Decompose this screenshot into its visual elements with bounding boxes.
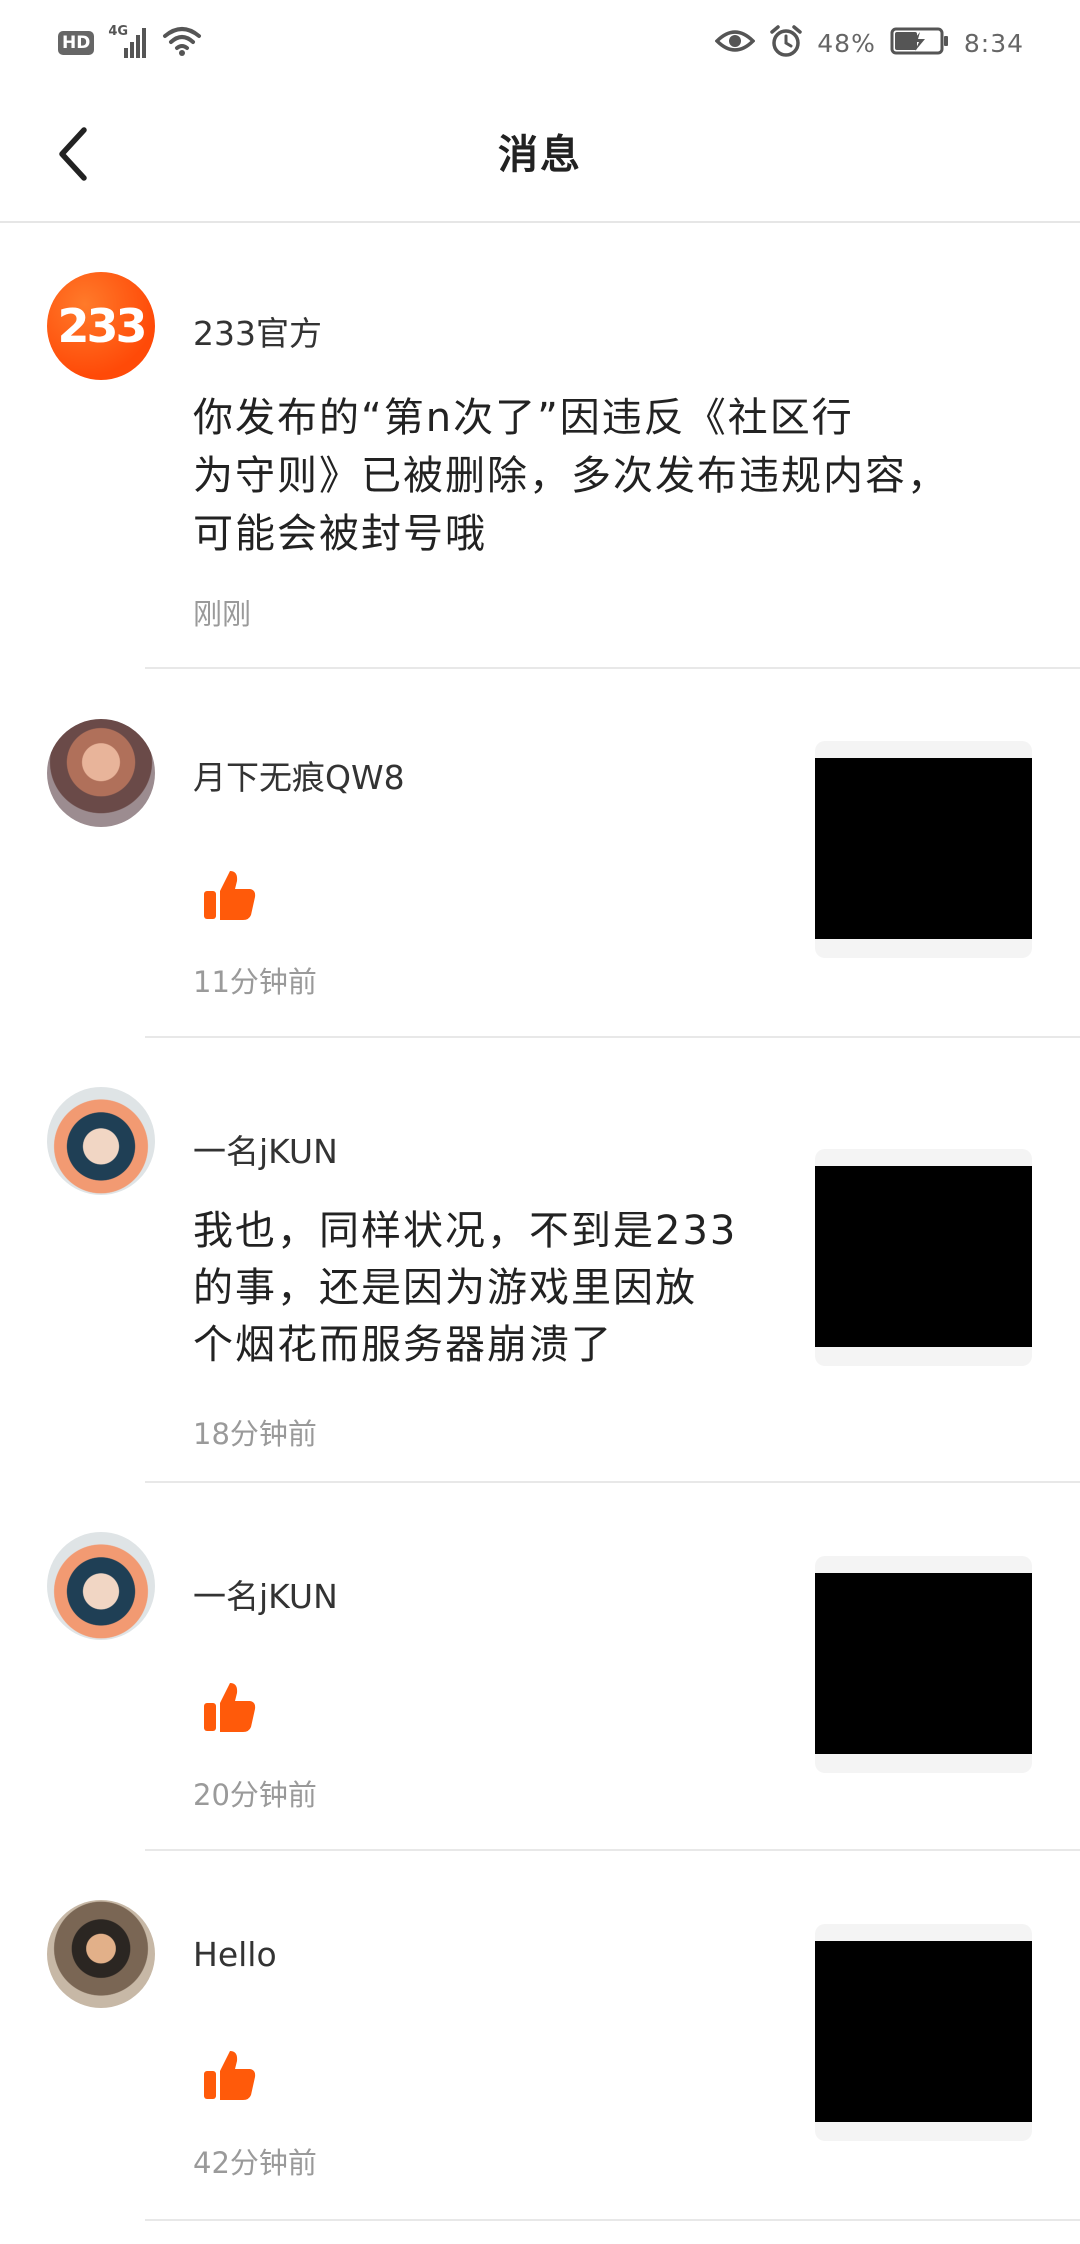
thumbnail-image [815,1573,1032,1754]
avatar[interactable]: 233 [47,272,155,380]
signal-icon: 4G [108,24,148,60]
list-item[interactable]: 一名jKUN 我也，同样状况，不到是233 的事，还是因为游戏里因放 个烟花而服… [0,1038,1080,1483]
clock: 8:34 [963,28,1024,58]
username[interactable]: 一名jKUN [193,1125,338,1173]
timestamp: 42分钟前 [193,2146,317,2180]
avatar[interactable] [47,1087,155,1195]
battery-percent: 48% [817,28,876,58]
avatar[interactable] [47,1532,155,1640]
status-bar-right: 48% 8:34 [714,24,1024,62]
list-item[interactable]: Hello 42分钟前 [0,1851,1080,2221]
avatar[interactable] [47,719,155,827]
thumbnail-image [815,758,1032,939]
list-item[interactable]: 月下无痕QW8 11分钟前 [0,669,1080,1038]
list-item[interactable]: 一名jKUN 20分钟前 [0,1483,1080,1851]
wifi-icon [162,24,202,62]
post-thumbnail[interactable] [815,1149,1032,1366]
timestamp: 刚刚 [193,597,252,631]
nav-header: 消息 [0,86,1080,223]
message-text-line: 你发布的“第n次了”因违反《社区行 [193,395,854,441]
post-thumbnail[interactable] [815,741,1032,958]
post-thumbnail[interactable] [815,1556,1032,1773]
hd-icon: HD [58,31,95,55]
timestamp: 18分钟前 [193,1417,317,1451]
network-type-label: 4G [108,24,129,39]
message-text-line: 可能会被封号哦 [193,511,487,557]
battery-charging-icon [890,26,950,60]
status-bar-left: HD 4G [58,24,202,62]
message-text: 我也，同样状况，不到是233 的事，还是因为游戏里因放 个烟花而服务器崩溃了 [193,1203,737,1374]
thumbnail-image [815,1166,1032,1347]
message-text: 你发布的“第n次了”因违反《社区行 为守则》已被删除，多次发布违规内容， 可能会… [193,389,949,563]
thumbs-up-icon [204,871,256,920]
message-list: 233 233官方 你发布的“第n次了”因违反《社区行 为守则》已被删除，多次发… [0,223,1080,2221]
thumbs-up-icon [204,2051,256,2100]
timestamp: 20分钟前 [193,1778,317,1812]
post-thumbnail[interactable] [815,1924,1032,2141]
message-text-line: 为守则》已被删除，多次发布违规内容， [193,453,949,499]
alarm-icon [769,24,803,62]
message-text-line: 的事，还是因为游戏里因放 [193,1265,697,1311]
divider [145,2219,1080,2221]
thumbnail-image [815,1941,1032,2122]
username[interactable]: 233官方 [193,307,322,355]
username[interactable]: 一名jKUN [193,1570,338,1618]
avatar[interactable] [47,1900,155,2008]
status-bar: HD 4G 48% 8:34 [0,0,1080,86]
thumbs-up-icon [204,1683,256,1732]
username[interactable]: 月下无痕QW8 [193,751,405,799]
list-item[interactable]: 233 233官方 你发布的“第n次了”因违反《社区行 为守则》已被删除，多次发… [0,223,1080,669]
message-text-line: 个烟花而服务器崩溃了 [193,1322,613,1368]
timestamp: 11分钟前 [193,965,317,999]
message-text-line: 我也，同样状况，不到是233 [193,1208,738,1254]
username[interactable]: Hello [193,1935,277,1974]
eye-icon [714,27,756,59]
logo-233-icon: 233 [57,299,147,353]
page-title: 消息 [498,132,582,178]
